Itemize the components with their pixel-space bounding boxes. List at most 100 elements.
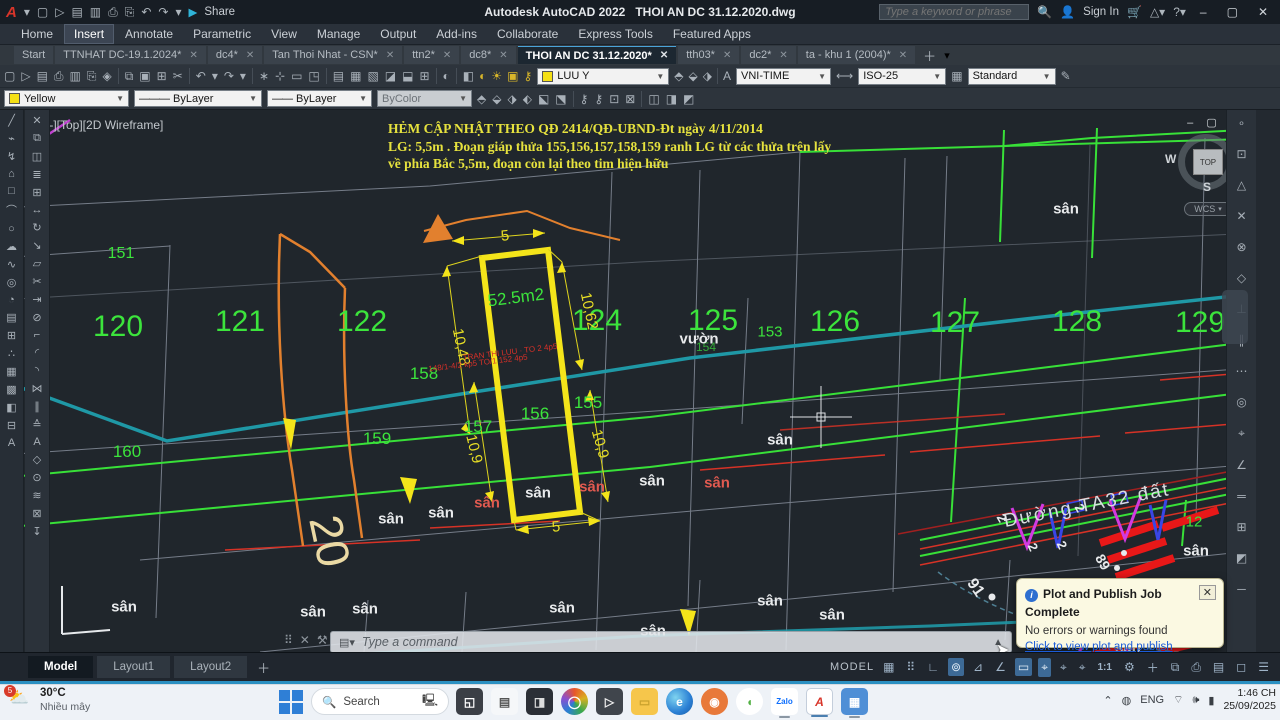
viewcube-west[interactable]: W <box>1165 152 1176 166</box>
isodraft-icon[interactable]: ⊿ <box>970 658 986 676</box>
start-button[interactable] <box>278 689 304 715</box>
new-layout-button[interactable]: ＋ <box>251 658 276 677</box>
tab-close-icon[interactable]: ✕ <box>779 50 787 61</box>
lineweight-combo[interactable]: ———ByLayer▼ <box>134 90 262 107</box>
share-label[interactable]: Share <box>204 6 235 18</box>
notification-link[interactable]: Click to view plot and publish details..… <box>1025 641 1215 652</box>
draw-tool-icon[interactable]: ∴ <box>8 347 15 360</box>
draw-tool-icon[interactable]: ▤ <box>6 311 16 324</box>
draw-tool-icon[interactable]: ○ <box>8 223 15 235</box>
standard-tool-icon[interactable]: ▧ <box>367 69 378 83</box>
modify-tool-icon[interactable]: ↔ <box>32 204 43 216</box>
color-combo[interactable]: Yellow▼ <box>4 90 129 107</box>
ribbon-tab-manage[interactable]: Manage <box>308 25 369 43</box>
modify-tool-icon[interactable]: ↻ <box>32 221 41 234</box>
osnap-tool-icon[interactable]: ✕ <box>1236 209 1246 223</box>
share-icon[interactable]: ▶ <box>189 5 198 19</box>
ribbon-tab-output[interactable]: Output <box>371 25 425 43</box>
ortho-icon[interactable]: ∟ <box>924 658 942 676</box>
modify-tool-icon[interactable]: ◜ <box>35 346 39 359</box>
modify-tool-icon[interactable]: ⊞ <box>32 186 41 199</box>
ribbon-tab-annotate[interactable]: Annotate <box>116 25 182 43</box>
tray-app-icon[interactable]: ◍ <box>1122 694 1132 707</box>
ribbon-tab-parametric[interactable]: Parametric <box>184 25 260 43</box>
annotation-scale-icon[interactable]: ⌖ <box>1076 658 1089 677</box>
modify-tool-icon[interactable]: ≙ <box>32 418 41 431</box>
menu-icon[interactable]: ☰ <box>1255 658 1272 676</box>
standard-tool-icon[interactable]: ▭ <box>291 69 302 83</box>
keyword-search-input[interactable] <box>879 4 1029 20</box>
layer-state-icon[interactable]: ⚷ <box>594 92 603 106</box>
draw-tool-icon[interactable]: ◧ <box>6 401 16 414</box>
table-style-icon[interactable]: ▦ <box>951 69 962 83</box>
draw-tool-icon[interactable]: ⌂ <box>8 168 15 180</box>
layer-light-icon[interactable]: ☀ <box>491 69 502 83</box>
command-close-icon[interactable]: ✕ <box>300 633 310 647</box>
standard-tool-icon[interactable]: ▷ <box>21 69 30 83</box>
file-tab[interactable]: TTNHAT DC-19.1.2024*✕ <box>55 46 206 64</box>
copilot-icon[interactable]: ◯ <box>561 688 588 715</box>
standard-tool-icon[interactable]: ▢ <box>4 69 15 83</box>
layer-state-icon[interactable]: ⊠ <box>625 92 635 106</box>
draw-tool-icon[interactable]: □ <box>8 185 15 197</box>
layout-tab-layout2[interactable]: Layout2 <box>174 656 247 678</box>
text-style-icon[interactable]: A <box>723 69 731 83</box>
osnap-tool-icon[interactable]: ◎ <box>1236 395 1246 409</box>
modify-tool-icon[interactable]: ▱ <box>33 257 41 270</box>
draw-tool-icon[interactable]: ╱ <box>8 114 15 127</box>
model-space-label[interactable]: MODEL <box>830 661 874 673</box>
layout-tab-model[interactable]: Model <box>28 656 93 678</box>
table-style-combo[interactable]: Standard▼ <box>968 68 1056 85</box>
command-grip[interactable]: ⠿ ✕ ⚒ <box>284 633 328 647</box>
help-icon[interactable]: ?▾ <box>1173 5 1186 19</box>
draw-tool-icon[interactable]: ∿ <box>7 258 16 271</box>
modify-tool-icon[interactable]: ✕ <box>32 114 41 127</box>
task-view-icon[interactable]: ◱ <box>456 688 483 715</box>
file-tab[interactable]: tth03*✕ <box>678 46 739 64</box>
draw-tool-icon[interactable]: ⊟ <box>7 419 16 432</box>
autocad-logo-icon[interactable]: A <box>6 4 17 21</box>
clock[interactable]: 1:46 CH25/09/2025 <box>1223 687 1276 713</box>
osnap-tool-icon[interactable]: ◇ <box>1237 271 1246 285</box>
draw-tool-icon[interactable]: ◔ <box>8 294 15 306</box>
command-prompt-icon[interactable]: ▤▾ <box>339 636 355 649</box>
draw-tool-icon[interactable]: ▩ <box>6 383 16 396</box>
layer-tool-icon[interactable]: ⬙ <box>689 69 698 83</box>
file-tab[interactable]: ta - khu 1 (2004)*✕ <box>798 46 915 64</box>
tab-close-icon[interactable]: ✕ <box>723 50 731 61</box>
publish-icon[interactable]: ⎘ <box>125 5 135 20</box>
file-tab[interactable]: Tan Thoi Nhat - CSN*✕ <box>264 46 402 64</box>
layer-combo[interactable]: LUU Y▼ <box>537 68 669 85</box>
draw-tool-icon[interactable]: ⌁ <box>8 132 15 145</box>
osnap-tool-icon[interactable]: ⌖ <box>1238 426 1245 441</box>
layer-state-icon[interactable]: ⬘ <box>477 92 486 106</box>
draw-tool-icon[interactable]: ↯ <box>7 150 16 163</box>
annotation-visibility-icon[interactable]: ⌖ <box>1038 658 1051 677</box>
viewport-controls-label[interactable]: [-][Top][2D Wireframe] <box>46 118 163 132</box>
modify-tool-icon[interactable]: ∥ <box>34 400 40 413</box>
ribbon-tab-home[interactable]: Home <box>12 25 62 43</box>
tab-close-icon[interactable]: ✕ <box>386 50 394 61</box>
osnap-tool-icon[interactable]: ─ <box>1237 582 1246 596</box>
weather-widget[interactable]: ⛅5 30°CNhiều mây <box>8 687 90 713</box>
edit-style-icon[interactable]: ✎ <box>1061 69 1071 83</box>
tab-close-icon[interactable]: ✕ <box>189 50 197 61</box>
standard-tool-icon[interactable]: ◧ <box>463 69 474 83</box>
modify-tool-icon[interactable]: A <box>33 436 40 448</box>
logo-dropdown-icon[interactable]: ▾ <box>24 5 30 19</box>
osnap-tool-icon[interactable]: ⋯ <box>1236 364 1248 378</box>
layer-state-icon[interactable]: ⬖ <box>523 92 532 106</box>
dim-style-icon[interactable]: ⟷ <box>836 69 853 83</box>
tab-close-icon[interactable]: ✕ <box>899 50 907 61</box>
taskbar-search[interactable]: 🔍 Search 🖳 <box>311 688 449 715</box>
layer-light-icon[interactable]: ◐ <box>479 69 486 83</box>
new-icon[interactable]: ▢ <box>37 5 48 19</box>
standard-tool-icon[interactable]: ⎙ <box>54 69 64 84</box>
standard-tool-icon[interactable]: ✂ <box>173 69 183 83</box>
maximize-button[interactable]: ▢ <box>1221 5 1244 19</box>
linetype-combo[interactable]: ——ByLayer▼ <box>267 90 372 107</box>
draw-tool-icon[interactable]: ◎ <box>7 276 17 289</box>
ribbon-tab-express-tools[interactable]: Express Tools <box>569 25 661 43</box>
osnap-tool-icon[interactable]: ⊡ <box>1236 147 1246 161</box>
layer-state-icon[interactable]: ⬙ <box>492 92 501 106</box>
